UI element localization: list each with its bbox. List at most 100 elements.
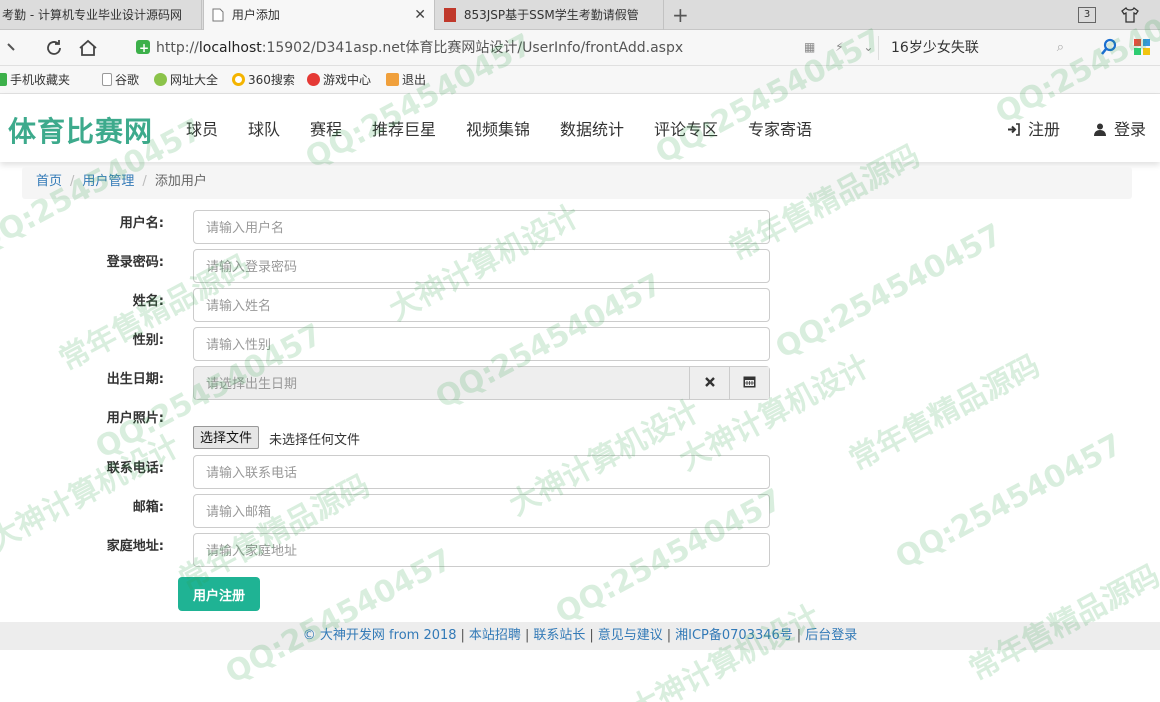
login-label: 登录 xyxy=(1114,120,1147,139)
email-field[interactable] xyxy=(193,494,770,528)
footer-jobs[interactable]: 本站招聘 xyxy=(469,628,521,643)
gender-label: 性别: xyxy=(132,333,164,348)
file-status-text: 未选择任何文件 xyxy=(269,433,361,448)
refresh-icon[interactable] xyxy=(42,36,66,60)
phone-field[interactable] xyxy=(193,455,770,489)
breadcrumb: 首页 / 用户管理 / 添加用户 xyxy=(22,167,1132,199)
exit-icon xyxy=(386,73,399,86)
search-suggestion: 16岁少女失联 xyxy=(891,40,979,56)
site-logo[interactable]: 体育比赛网 xyxy=(8,110,153,150)
bookmark-mobile[interactable]: 手机收藏夹 xyxy=(0,66,70,94)
search-360-icon xyxy=(232,73,245,86)
globe-icon xyxy=(154,73,167,86)
site-header: 体育比赛网 球员 球队 赛程 推荐巨星 视频集锦 数据统计 评论专区 专家寄语 … xyxy=(0,94,1160,162)
footer-separator: | xyxy=(666,628,672,643)
browser-tab-ssm[interactable]: 853JSP基于SSM学生考勤请假管 xyxy=(436,0,664,30)
close-icon xyxy=(704,377,715,387)
footer-separator: | xyxy=(524,628,530,643)
footer-feedback[interactable]: 意见与建议 xyxy=(598,628,663,643)
url-field[interactable]: http://localhost:15902/D341asp.net体育比赛网站… xyxy=(136,36,856,60)
bookmark-label: 退出 xyxy=(402,73,427,87)
password-label: 登录密码: xyxy=(106,255,164,270)
register-submit-button[interactable]: 用户注册 xyxy=(178,577,260,611)
site-favicon-icon xyxy=(444,8,456,22)
skin-icon[interactable] xyxy=(1120,5,1140,25)
bookmark-360-search[interactable]: 360搜索 xyxy=(232,66,295,94)
url-path: :15902/D341asp.net体育比赛网站设计/UserInfo/fron… xyxy=(261,40,684,56)
footer-admin-login[interactable]: 后台登录 xyxy=(805,628,857,643)
url-tools-icons[interactable]: ▦ ⚡ ⌄ xyxy=(804,40,881,54)
footer-separator: | xyxy=(460,628,465,643)
tab-title: 考勤 - 计算机专业毕业设计源码网 xyxy=(2,8,182,22)
email-label: 邮箱: xyxy=(132,500,164,515)
birthday-label: 出生日期: xyxy=(106,372,164,387)
nav-players[interactable]: 球员 xyxy=(186,116,218,140)
phone-label: 联系电话: xyxy=(106,461,164,476)
page-icon xyxy=(212,3,224,22)
search-input[interactable]: 16岁少女失联 ⌕ xyxy=(878,36,1074,60)
nav-statistics[interactable]: 数据统计 xyxy=(560,116,624,140)
bookmark-game-center[interactable]: 游戏中心 xyxy=(307,66,371,94)
name-label: 姓名: xyxy=(132,294,164,309)
nav-schedule[interactable]: 赛程 xyxy=(310,116,342,140)
browser-tab-user-add[interactable]: 用户添加 ✕ xyxy=(203,0,435,30)
watermark-text: 常年售精品源码 xyxy=(843,348,1046,478)
nav-expert-messages[interactable]: 专家寄语 xyxy=(748,116,812,140)
user-icon xyxy=(1094,121,1106,136)
address-field[interactable] xyxy=(193,533,770,567)
site-footer: © 大神开发网 from 2018 | 本站招聘 | 联系站长 | 意见与建议 | 湘ICP备0… xyxy=(0,622,1160,650)
register-label: 注册 xyxy=(1028,120,1061,139)
bookmark-label: 360搜索 xyxy=(248,73,295,87)
bookmark-label: 游戏中心 xyxy=(323,73,372,87)
game-icon xyxy=(307,73,320,86)
secure-shield-icon xyxy=(136,36,150,60)
watermark-text: 常年售精品源码 xyxy=(960,551,1160,688)
choose-file-button[interactable]: 选择文件 xyxy=(193,426,260,449)
tab-count-badge[interactable]: 3 xyxy=(1078,7,1096,23)
close-icon[interactable]: ✕ xyxy=(414,0,426,30)
footer-icp[interactable]: 湘ICP备0703346号 xyxy=(675,628,793,643)
username-field[interactable] xyxy=(193,210,770,244)
tab-title: 853JSP基于SSM学生考勤请假管 xyxy=(463,8,639,22)
new-tab-button[interactable]: + xyxy=(672,3,689,27)
bookmark-label: 网址大全 xyxy=(170,73,219,87)
nav-video-highlights[interactable]: 视频集锦 xyxy=(466,116,530,140)
breadcrumb-current: 添加用户 xyxy=(154,174,207,189)
search-icon[interactable]: ⌕ xyxy=(1057,36,1064,60)
browser-tab-kaoqin[interactable]: 考勤 - 计算机专业毕业设计源码网 xyxy=(0,0,202,30)
home-icon[interactable] xyxy=(76,36,100,60)
clear-date-button[interactable] xyxy=(689,367,729,399)
footer-separator: | xyxy=(589,628,594,643)
birthday-field[interactable] xyxy=(194,367,688,399)
bookmark-url-directory[interactable]: 网址大全 xyxy=(154,66,218,94)
password-field[interactable] xyxy=(193,249,770,283)
bookmark-label: 谷歌 xyxy=(115,73,140,87)
breadcrumb-home[interactable]: 首页 xyxy=(36,174,62,189)
gender-field[interactable] xyxy=(193,327,770,361)
login-link[interactable]: 登录 xyxy=(1094,116,1146,140)
page-icon xyxy=(102,73,112,86)
browser-address-bar: http://localhost:15902/D341asp.net体育比赛网站… xyxy=(0,30,1160,66)
footer-separator: | xyxy=(796,628,802,643)
sign-in-icon xyxy=(1008,121,1020,136)
watermark-text: QQ:254540457 xyxy=(890,427,1128,576)
breadcrumb-user-management[interactable]: 用户管理 xyxy=(82,174,134,189)
nav-star-players[interactable]: 推荐巨星 xyxy=(372,116,436,140)
browser-tab-strip: 考勤 - 计算机专业毕业设计源码网 用户添加 ✕ 853JSP基于SSM学生考勤… xyxy=(0,0,1160,30)
bookmarks-bar: 手机收藏夹 谷歌 网址大全 360搜索 游戏中心 退出 xyxy=(0,66,1160,94)
apps-grid-icon[interactable] xyxy=(1134,39,1150,55)
bookmark-exit[interactable]: 退出 xyxy=(386,66,426,94)
username-label: 用户名: xyxy=(119,216,164,231)
footer-contact[interactable]: 联系站长 xyxy=(533,628,585,643)
nav-teams[interactable]: 球队 xyxy=(248,116,280,140)
footer-copyright[interactable]: © 大神开发网 from 2018 xyxy=(303,628,457,643)
magnifier-icon[interactable] xyxy=(1100,38,1118,56)
calendar-button[interactable] xyxy=(729,367,769,399)
register-link[interactable]: 注册 xyxy=(1008,116,1060,140)
calendar-icon xyxy=(743,376,756,388)
forward-chevron-icon[interactable] xyxy=(4,36,28,60)
breadcrumb-separator: / xyxy=(70,174,75,189)
bookmark-google[interactable]: 谷歌 xyxy=(102,66,139,94)
name-field[interactable] xyxy=(193,288,770,322)
nav-comments[interactable]: 评论专区 xyxy=(654,116,718,140)
